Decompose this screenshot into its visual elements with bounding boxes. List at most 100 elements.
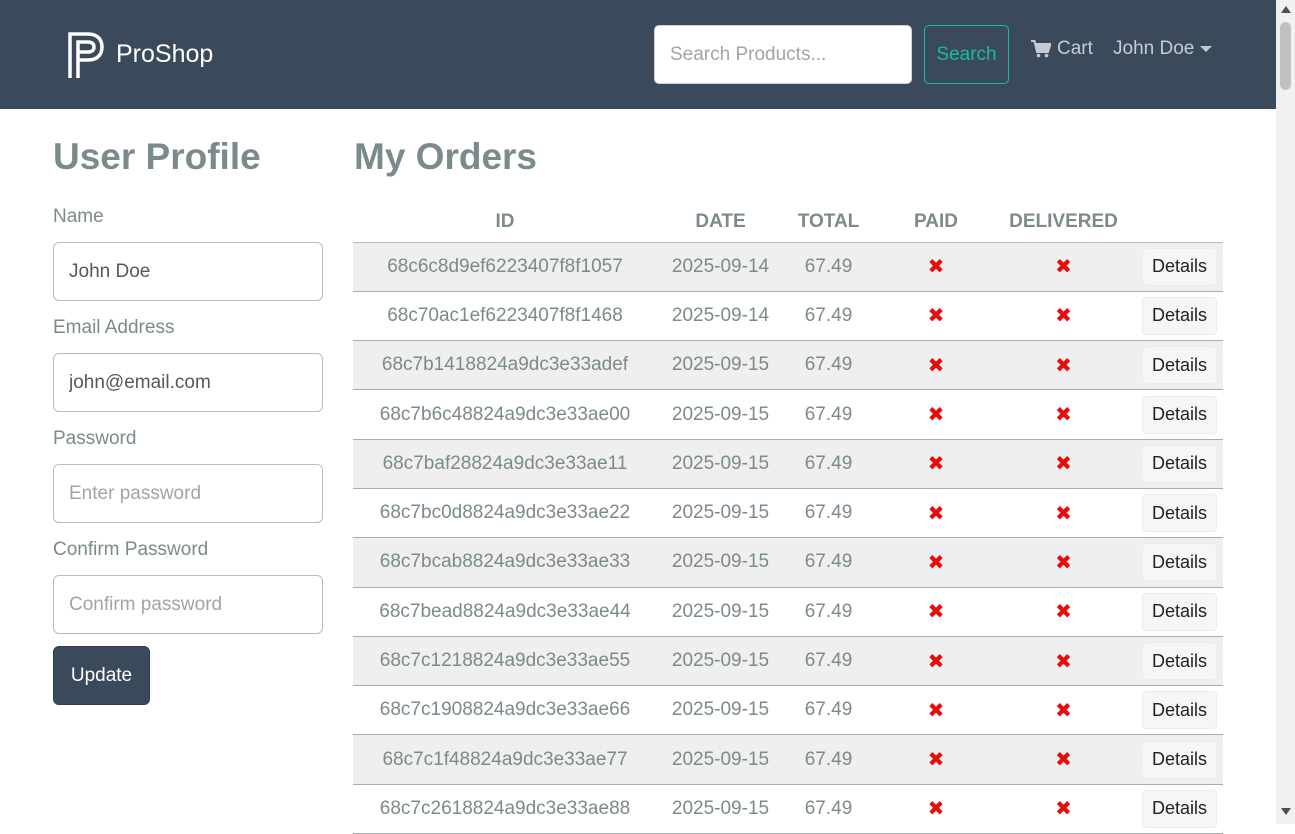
x-mark-icon: ✖ [927,601,945,624]
table-row: 68c7baf28824a9dc3e33ae11 2025-09-15 67.49 ✖… [353,439,1223,489]
orders-title: My Orders [354,136,538,177]
order-id: 68c7c2618824a9dc3e33ae88 [353,784,657,834]
confirm-password-field[interactable] [53,575,323,634]
brand-link[interactable]: ProShop [66,28,213,80]
order-paid-status: ✖ [873,242,999,292]
table-row: 68c7c1218824a9dc3e33ae55 2025-09-15 67.49 ✖… [353,636,1223,687]
order-total: 67.49 [784,537,873,588]
x-mark-icon: ✖ [927,256,945,279]
order-actions: Details [1128,389,1223,440]
profile-title: User Profile [53,136,261,177]
order-total: 67.49 [784,340,873,391]
order-total: 67.49 [784,389,873,440]
table-row: 68c7c1908824a9dc3e33ae66 2025-09-15 67.49 ✖… [353,685,1223,736]
order-date: 2025-09-15 [657,734,784,785]
order-delivered-status: ✖ [999,734,1128,785]
x-mark-icon: ✖ [1055,551,1072,574]
navbar: ProShop Search Cart John Doe [0,0,1276,109]
cart-label: Cart [1057,38,1093,59]
order-delivered-status: ✖ [999,587,1128,637]
order-id: 68c7bead8824a9dc3e33ae44 [353,587,657,637]
order-date: 2025-09-15 [657,389,784,440]
x-mark-icon: ✖ [1055,404,1072,427]
details-button[interactable]: Details [1142,296,1217,335]
order-actions: Details [1128,784,1223,834]
order-delivered-status: ✖ [999,242,1128,292]
details-button[interactable]: Details [1142,642,1217,681]
scrollbar-thumb[interactable] [1280,22,1291,90]
details-button[interactable]: Details [1142,789,1217,828]
x-mark-icon: ✖ [927,453,945,476]
details-button[interactable]: Details [1142,543,1217,582]
x-mark-icon: ✖ [927,502,945,525]
order-paid-status: ✖ [873,636,999,687]
order-paid-status: ✖ [873,439,999,489]
order-actions: Details [1128,242,1223,292]
page-scrollbar[interactable] [1276,0,1295,824]
column-header-id: ID [353,202,657,243]
order-delivered-status: ✖ [999,685,1128,736]
order-delivered-status: ✖ [999,439,1128,489]
email-field[interactable] [53,353,323,412]
x-mark-icon: ✖ [927,551,945,574]
order-id: 68c70ac1ef6223407f8f1468 [353,291,657,342]
details-button[interactable]: Details [1142,346,1217,385]
password-field[interactable] [53,464,323,523]
order-paid-status: ✖ [873,340,999,391]
order-date: 2025-09-15 [657,587,784,637]
order-paid-status: ✖ [873,291,999,342]
details-button[interactable]: Details [1142,444,1217,483]
x-mark-icon: ✖ [1055,749,1072,772]
details-button[interactable]: Details [1142,592,1217,631]
x-mark-icon: ✖ [1055,354,1072,377]
x-mark-icon: ✖ [927,404,945,427]
password-label: Password [53,428,137,449]
details-button[interactable]: Details [1142,740,1217,779]
x-mark-icon: ✖ [927,699,945,722]
x-mark-icon: ✖ [927,650,945,673]
order-total: 67.49 [784,636,873,687]
search-button[interactable]: Search [924,25,1009,84]
name-field[interactable] [53,242,323,301]
order-total: 67.49 [784,734,873,785]
order-delivered-status: ✖ [999,636,1128,687]
update-button[interactable]: Update [53,646,150,705]
order-date: 2025-09-15 [657,784,784,834]
x-mark-icon: ✖ [1055,305,1072,328]
user-menu-dropdown[interactable]: John Doe [1113,38,1213,60]
order-id: 68c7bcab8824a9dc3e33ae33 [353,537,657,588]
scroll-down-arrow-icon[interactable] [1281,808,1291,815]
order-paid-status: ✖ [873,587,999,637]
search-input[interactable] [654,25,912,84]
details-button[interactable]: Details [1142,247,1217,286]
chevron-down-icon [1200,46,1213,52]
scroll-up-arrow-icon[interactable] [1281,6,1291,13]
user-name: John Doe [1113,38,1195,59]
orders-table-body: 68c6c8d9ef6223407f8f1057 2025-09-14 67.49 ✖… [353,242,1223,834]
order-date: 2025-09-15 [657,636,784,687]
x-mark-icon: ✖ [1055,601,1072,624]
order-date: 2025-09-14 [657,291,784,342]
order-paid-status: ✖ [873,488,999,539]
details-button[interactable]: Details [1142,691,1217,730]
column-header-delivered: DELIVERED [999,202,1128,243]
order-date: 2025-09-15 [657,439,784,489]
details-button[interactable]: Details [1142,494,1217,533]
order-total: 67.49 [784,439,873,489]
order-date: 2025-09-14 [657,242,784,292]
name-label: Name [53,206,104,227]
order-id: 68c7bc0d8824a9dc3e33ae22 [353,488,657,539]
order-paid-status: ✖ [873,389,999,440]
column-header-date: DATE [657,202,784,243]
proshop-logo [68,32,104,78]
table-row: 68c7bc0d8824a9dc3e33ae22 2025-09-15 67.49 ✖… [353,488,1223,539]
order-date: 2025-09-15 [657,537,784,588]
order-actions: Details [1128,685,1223,736]
details-button[interactable]: Details [1142,395,1217,434]
cart-link[interactable]: Cart [1031,38,1093,60]
order-paid-status: ✖ [873,734,999,785]
table-header-row: ID DATE TOTAL PAID DELIVERED [353,202,1223,243]
order-delivered-status: ✖ [999,488,1128,539]
order-total: 67.49 [784,242,873,292]
table-row: 68c7b1418824a9dc3e33adef 2025-09-15 67.49 ✖… [353,340,1223,391]
